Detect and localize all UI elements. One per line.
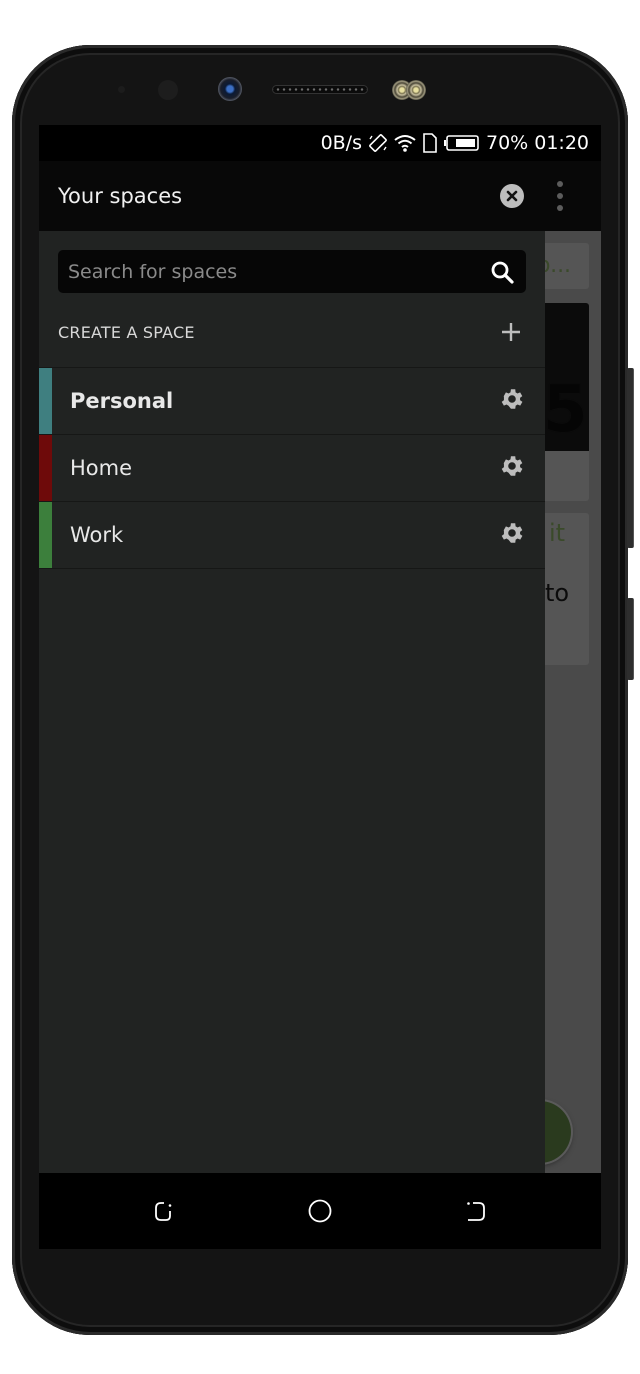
gear-icon[interactable] — [499, 520, 525, 546]
create-space-label: CREATE A SPACE — [58, 322, 195, 342]
gear-icon[interactable] — [499, 453, 525, 479]
home-button[interactable] — [307, 1198, 333, 1224]
front-camera — [218, 77, 242, 101]
search-box — [58, 250, 526, 293]
sim-card-icon — [422, 133, 438, 153]
gear-icon[interactable] — [499, 386, 525, 412]
screen: 0B/s 70% 01:20 o... 5 it to Your spaces — [39, 125, 601, 1249]
home-icon — [308, 1199, 332, 1223]
recents-icon — [155, 1202, 172, 1221]
proximity-sensor — [118, 86, 125, 93]
more-options-button[interactable] — [554, 181, 566, 211]
wifi-icon — [394, 134, 416, 152]
space-item-personal[interactable]: Personal — [39, 367, 545, 434]
space-color-stripe — [39, 368, 52, 434]
drawer-title: Your spaces — [58, 184, 183, 208]
spaces-drawer: CREATE A SPACE Personal Home — [39, 231, 545, 1173]
more-vertical-icon — [557, 181, 563, 187]
network-speed: 0B/s — [320, 132, 362, 154]
earpiece-speaker — [272, 85, 368, 94]
clock: 01:20 — [534, 132, 589, 154]
space-name: Home — [70, 456, 133, 480]
power-button — [627, 598, 634, 680]
background-card-text: 5 — [543, 373, 588, 447]
plus-icon — [499, 320, 523, 344]
spaces-list: Personal Home Work — [39, 367, 545, 569]
battery-icon — [444, 134, 480, 152]
light-sensor — [158, 80, 178, 100]
space-color-stripe — [39, 435, 52, 501]
background-card-text: to — [545, 579, 570, 607]
space-item-home[interactable]: Home — [39, 434, 545, 501]
space-name: Personal — [70, 389, 174, 413]
space-item-work[interactable]: Work — [39, 501, 545, 569]
space-color-stripe — [39, 502, 52, 568]
space-name: Work — [70, 523, 124, 547]
back-icon — [467, 1202, 485, 1221]
front-flash — [392, 80, 430, 100]
status-bar: 0B/s 70% 01:20 — [39, 125, 601, 161]
navigation-bar — [39, 1173, 601, 1249]
close-drawer-button[interactable] — [500, 184, 524, 208]
recents-button[interactable] — [151, 1198, 177, 1224]
search-icon[interactable] — [490, 260, 514, 284]
close-circle-icon — [506, 187, 518, 206]
background-card-text: it — [549, 519, 566, 547]
create-space-button[interactable]: CREATE A SPACE — [39, 297, 545, 367]
battery-percent: 70% — [486, 132, 529, 154]
volume-button — [627, 368, 634, 548]
drawer-header: Your spaces — [39, 161, 601, 231]
back-button[interactable] — [463, 1198, 489, 1224]
search-input[interactable] — [58, 250, 478, 293]
auto-rotate-icon — [368, 133, 388, 153]
